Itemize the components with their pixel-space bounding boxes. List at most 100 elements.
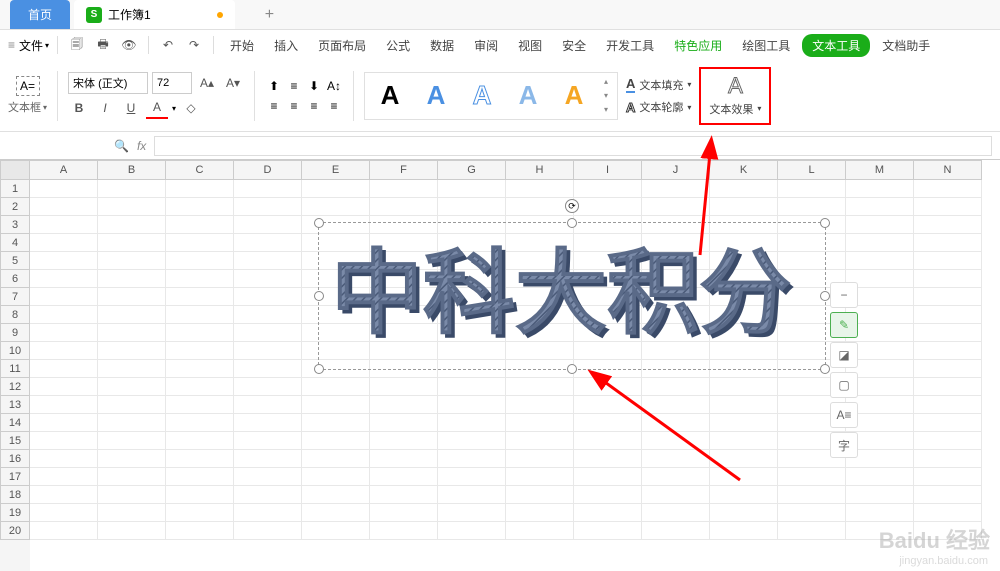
cell[interactable]	[98, 180, 166, 198]
cell[interactable]	[846, 234, 914, 252]
cell[interactable]	[642, 486, 710, 504]
cell[interactable]	[914, 252, 982, 270]
cell[interactable]	[370, 198, 438, 216]
cell[interactable]	[302, 522, 370, 540]
menu-security[interactable]: 安全	[554, 33, 594, 58]
cell[interactable]	[438, 504, 506, 522]
resize-handle[interactable]	[567, 218, 577, 228]
cell[interactable]	[438, 450, 506, 468]
float-text-button[interactable]: A≡	[830, 402, 858, 428]
cell[interactable]	[438, 396, 506, 414]
cell[interactable]	[234, 288, 302, 306]
cell[interactable]	[234, 180, 302, 198]
cell[interactable]	[574, 522, 642, 540]
cell[interactable]	[30, 504, 98, 522]
align-bottom-icon[interactable]: ⬇	[305, 77, 323, 95]
menu-drawing-tools[interactable]: 绘图工具	[734, 33, 798, 58]
float-minus-button[interactable]: −	[830, 282, 858, 308]
cell[interactable]	[234, 378, 302, 396]
col-header[interactable]: E	[302, 160, 370, 180]
cell[interactable]	[30, 360, 98, 378]
cell[interactable]	[98, 432, 166, 450]
row-header[interactable]: 4	[0, 234, 30, 252]
cell[interactable]	[98, 234, 166, 252]
cell[interactable]	[166, 360, 234, 378]
cell[interactable]	[98, 504, 166, 522]
cell[interactable]	[234, 396, 302, 414]
cell[interactable]	[302, 396, 370, 414]
cell[interactable]	[914, 414, 982, 432]
cell[interactable]	[30, 342, 98, 360]
cell[interactable]	[166, 468, 234, 486]
italic-button[interactable]: I	[94, 97, 116, 119]
cell[interactable]	[302, 468, 370, 486]
dropdown-icon[interactable]: ▾	[172, 104, 176, 113]
cell[interactable]	[778, 522, 846, 540]
cell[interactable]	[98, 216, 166, 234]
col-header[interactable]: F	[370, 160, 438, 180]
file-menu[interactable]: 文件 ▾	[19, 37, 49, 54]
cell[interactable]	[98, 486, 166, 504]
cell[interactable]	[506, 378, 574, 396]
menu-view[interactable]: 视图	[510, 33, 550, 58]
cell[interactable]	[98, 270, 166, 288]
cell[interactable]	[506, 432, 574, 450]
wordart-style-3[interactable]: A	[461, 77, 503, 115]
cell[interactable]	[30, 288, 98, 306]
cell[interactable]	[166, 378, 234, 396]
new-tab-button[interactable]: +	[265, 6, 274, 24]
cell[interactable]	[574, 396, 642, 414]
align-center-icon[interactable]: ≡	[285, 97, 303, 115]
row-header[interactable]: 7	[0, 288, 30, 306]
cell[interactable]	[914, 450, 982, 468]
cell[interactable]	[98, 396, 166, 414]
cell[interactable]	[574, 432, 642, 450]
float-outline-button[interactable]: ▢	[830, 372, 858, 398]
cell[interactable]	[30, 432, 98, 450]
cell[interactable]	[302, 432, 370, 450]
cell[interactable]	[234, 360, 302, 378]
cell[interactable]	[234, 234, 302, 252]
wordart-style-1[interactable]: A	[369, 77, 411, 115]
align-left-icon[interactable]: ≡	[265, 97, 283, 115]
menu-icon[interactable]: ≡	[8, 38, 15, 52]
row-header[interactable]: 20	[0, 522, 30, 540]
home-tab[interactable]: 首页	[10, 0, 70, 29]
workbook-tab[interactable]: S 工作簿1	[74, 0, 235, 29]
cell[interactable]	[642, 198, 710, 216]
cell[interactable]	[30, 468, 98, 486]
cell[interactable]	[710, 378, 778, 396]
print-icon[interactable]: 🖶	[92, 34, 114, 56]
wordart-textbox[interactable]: ⟳ 中科大积分 中科大积分	[318, 222, 826, 370]
col-header[interactable]: D	[234, 160, 302, 180]
cell[interactable]	[30, 522, 98, 540]
cell[interactable]	[710, 468, 778, 486]
cell[interactable]	[642, 504, 710, 522]
cell[interactable]	[710, 522, 778, 540]
row-header[interactable]: 17	[0, 468, 30, 486]
cell[interactable]	[98, 306, 166, 324]
cell[interactable]	[166, 234, 234, 252]
cell[interactable]	[166, 522, 234, 540]
cell[interactable]	[166, 486, 234, 504]
row-header[interactable]: 9	[0, 324, 30, 342]
cell[interactable]	[302, 450, 370, 468]
cell[interactable]	[234, 306, 302, 324]
col-header[interactable]: C	[166, 160, 234, 180]
cell[interactable]	[914, 396, 982, 414]
menu-dev-tools[interactable]: 开发工具	[598, 33, 662, 58]
cell[interactable]	[914, 234, 982, 252]
cell[interactable]	[642, 468, 710, 486]
wordart-style-2[interactable]: A	[415, 77, 457, 115]
cell[interactable]	[370, 414, 438, 432]
wordart-style-4[interactable]: A	[507, 77, 549, 115]
cell[interactable]	[438, 468, 506, 486]
cell[interactable]	[234, 270, 302, 288]
zoom-icon[interactable]: 🔍	[114, 139, 129, 153]
cell[interactable]	[234, 504, 302, 522]
cell[interactable]	[234, 198, 302, 216]
wordart-style-5[interactable]: A	[553, 77, 595, 115]
cell[interactable]	[438, 378, 506, 396]
cell[interactable]	[642, 378, 710, 396]
cell[interactable]	[642, 414, 710, 432]
